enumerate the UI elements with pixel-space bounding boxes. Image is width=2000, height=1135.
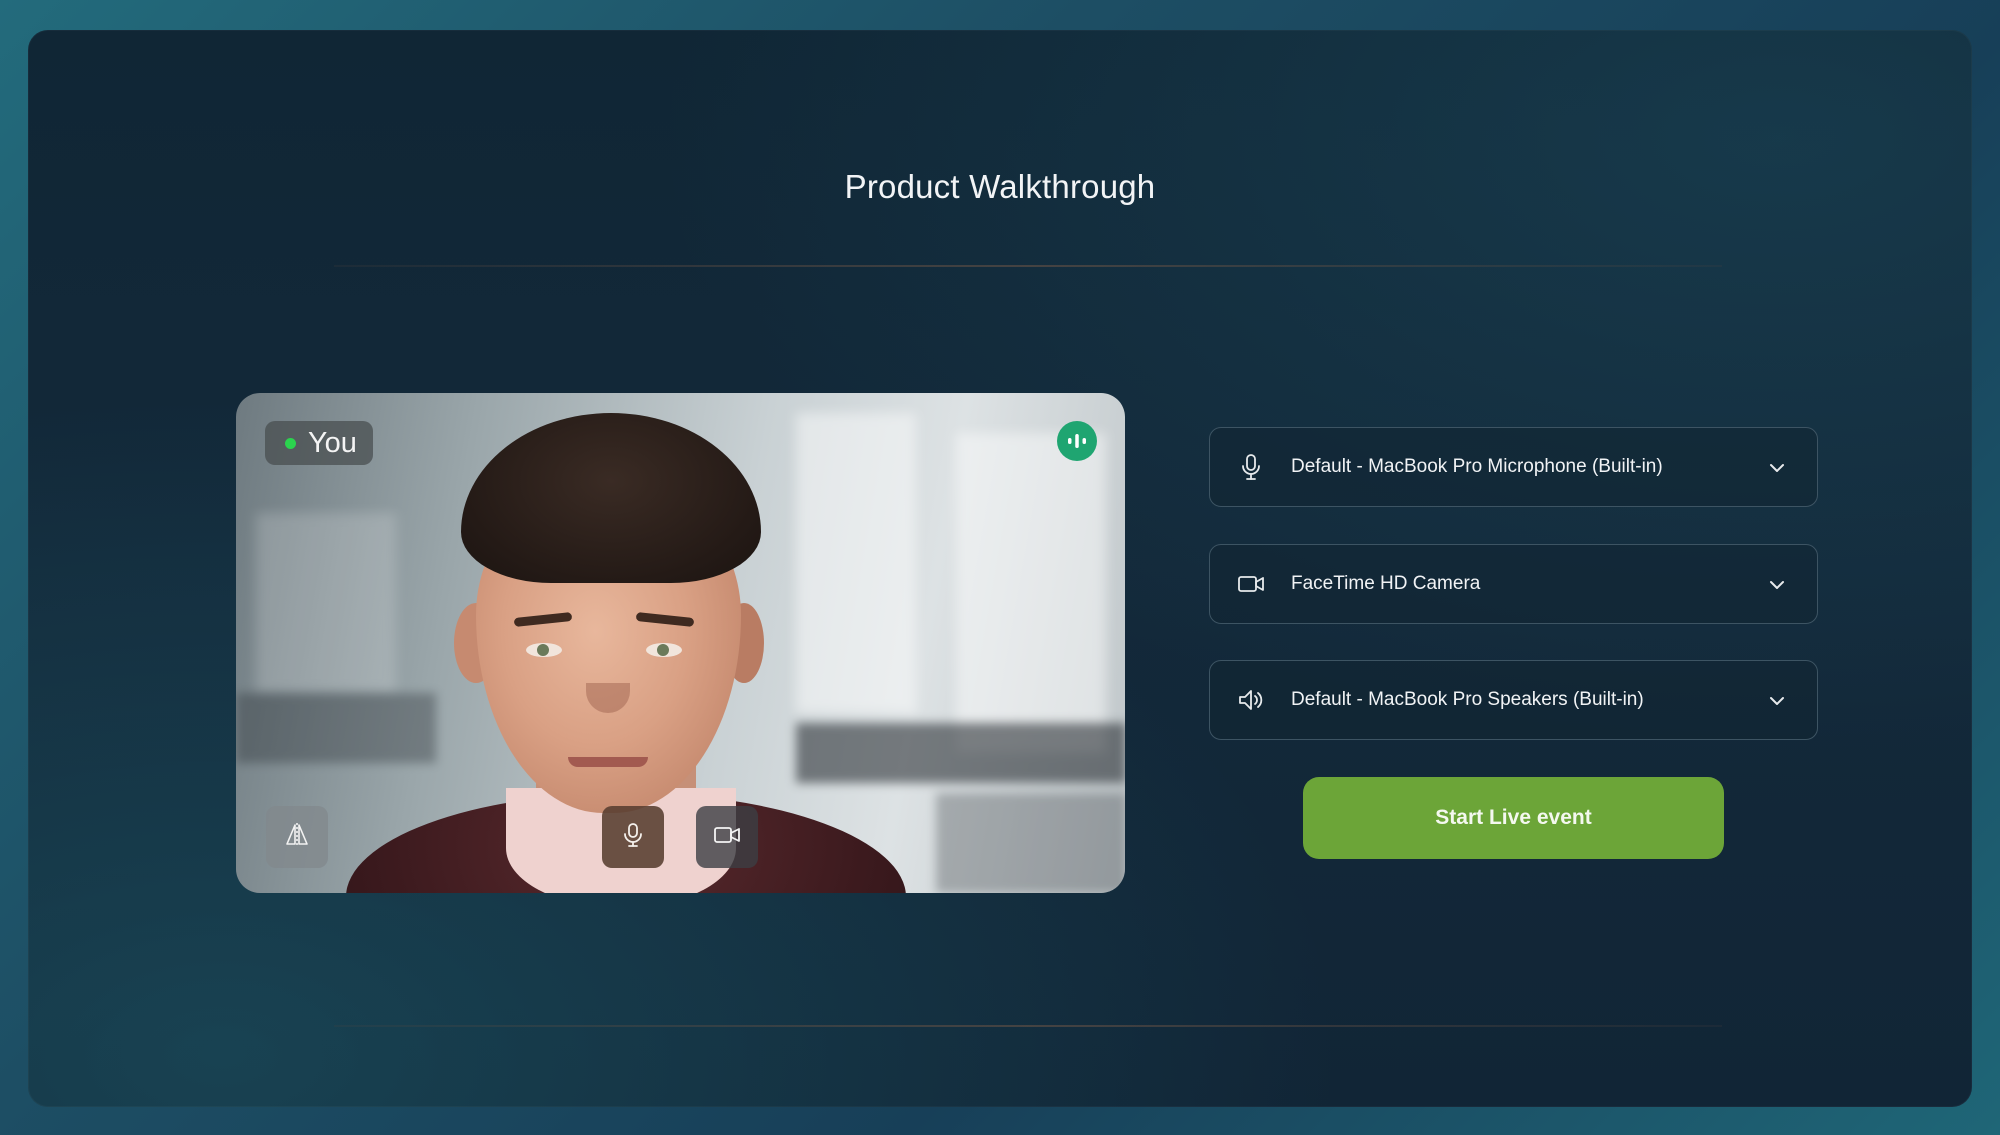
speaker-icon	[1236, 685, 1266, 715]
app-frame: Product Walkthrough You Default - MacBoo…	[0, 0, 2000, 1135]
background-window	[956, 433, 1106, 753]
mirror-toggle-button[interactable]	[266, 806, 328, 868]
camera-select-value: FaceTime HD Camera	[1291, 573, 1481, 594]
microphone-select[interactable]: Default - MacBook Pro Microphone (Built-…	[1209, 427, 1818, 507]
video-camera-icon	[1236, 569, 1266, 599]
person-eye	[526, 643, 562, 657]
video-preview: You	[236, 393, 1125, 893]
microphone-toggle-button[interactable]	[602, 806, 664, 868]
camera-select[interactable]: FaceTime HD Camera	[1209, 544, 1818, 624]
video-camera-icon	[713, 824, 741, 851]
speaker-select-value: Default - MacBook Pro Speakers (Built-in…	[1291, 689, 1644, 710]
mirror-flip-icon	[284, 822, 310, 853]
background-desk	[796, 723, 1125, 783]
person-mouth	[568, 757, 648, 767]
microphone-select-value: Default - MacBook Pro Microphone (Built-…	[1291, 456, 1663, 477]
background-window	[796, 413, 916, 713]
page-title: Product Walkthrough	[844, 168, 1156, 205]
audio-level-icon	[1057, 421, 1097, 461]
chevron-down-icon	[1767, 458, 1787, 478]
background-desk	[936, 793, 1125, 893]
chevron-down-icon	[1767, 691, 1787, 711]
self-view-label: You	[308, 426, 357, 459]
self-view-badge: You	[265, 421, 373, 465]
speaker-select[interactable]: Default - MacBook Pro Speakers (Built-in…	[1209, 660, 1818, 740]
chevron-down-icon	[1767, 575, 1787, 595]
live-status-dot	[285, 437, 296, 449]
prejoin-panel: Product Walkthrough You Default - MacBoo…	[28, 30, 1972, 1107]
bottom-divider	[334, 1025, 1722, 1027]
person-hair	[461, 413, 761, 583]
microphone-icon	[1236, 452, 1266, 482]
background-window	[256, 513, 396, 693]
background-desk	[236, 693, 436, 763]
microphone-icon	[622, 822, 644, 853]
camera-toggle-button[interactable]	[696, 806, 758, 868]
start-live-event-button[interactable]: Start Live event	[1303, 777, 1724, 859]
person-eye	[646, 643, 682, 657]
top-divider	[334, 265, 1722, 267]
